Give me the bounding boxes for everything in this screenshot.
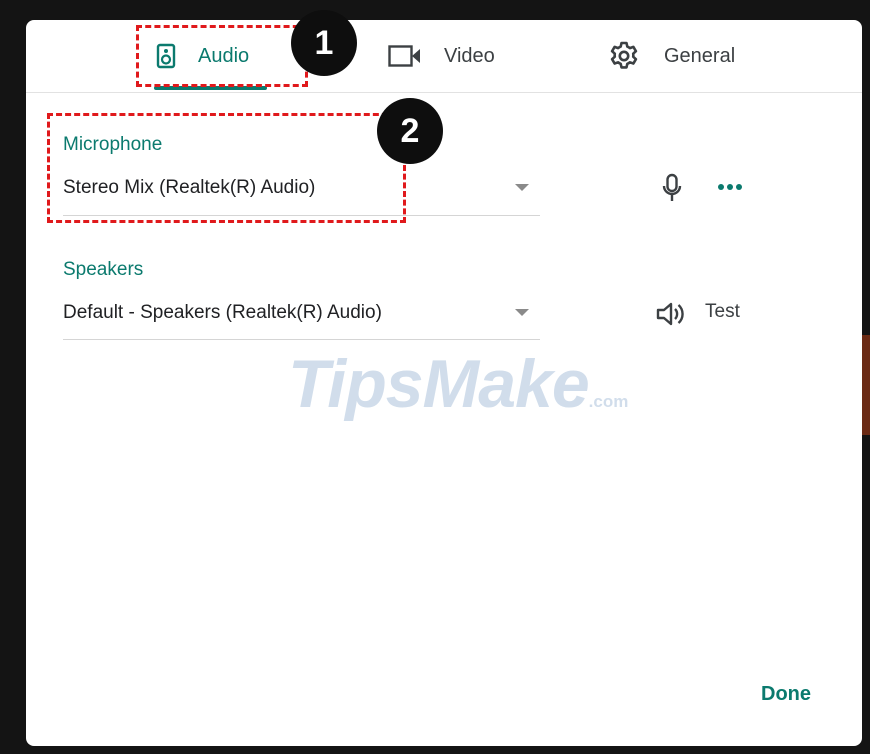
annotation-badge-1: 1	[291, 10, 357, 76]
speakers-dropdown-arrow-icon[interactable]	[515, 309, 529, 316]
microphone-icon[interactable]	[660, 172, 684, 204]
gear-icon	[608, 40, 640, 72]
speaker-volume-icon[interactable]	[654, 300, 688, 328]
watermark-suffix: .com	[588, 392, 629, 411]
video-camera-icon	[388, 45, 422, 67]
done-button[interactable]: Done	[761, 683, 811, 706]
tab-general-label: General	[664, 44, 736, 67]
speakers-label: Speakers	[63, 259, 144, 280]
tab-video-label: Video	[444, 44, 495, 67]
tab-video[interactable]: Video	[388, 20, 495, 92]
microphone-dropdown-arrow-icon[interactable]	[515, 184, 529, 191]
annotation-box-microphone	[47, 113, 406, 223]
speakers-select[interactable]: Default - Speakers (Realtek(R) Audio)	[63, 302, 382, 324]
tab-general[interactable]: General	[608, 20, 735, 92]
annotation-badge-2: 2	[377, 98, 443, 164]
more-options-icon[interactable]	[716, 180, 744, 194]
background-edge	[862, 335, 870, 435]
watermark-text: TipsMake	[288, 346, 590, 422]
watermark: TipsMake.com	[288, 345, 628, 423]
annotation-box-audio-tab	[136, 25, 308, 87]
speakers-select-underline	[63, 339, 540, 340]
test-speakers-button[interactable]: Test	[705, 301, 740, 323]
